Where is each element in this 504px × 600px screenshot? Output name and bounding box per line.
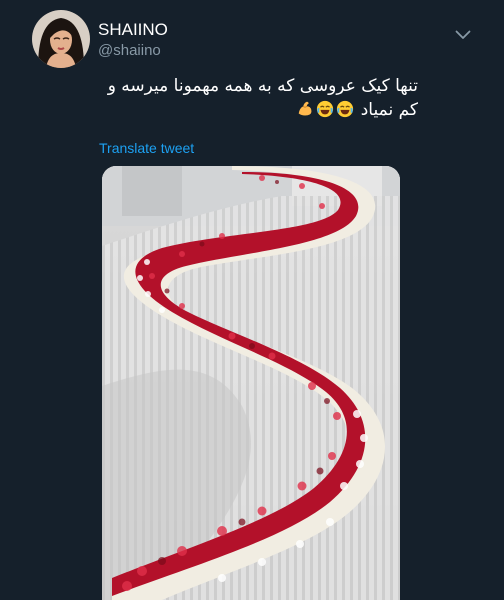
flexed-biceps-emoji-icon xyxy=(299,101,312,116)
laughing-face-emoji-icon xyxy=(317,100,334,118)
tweet-emojis xyxy=(295,100,355,120)
avatar-illustration xyxy=(32,10,90,68)
avatar[interactable] xyxy=(32,10,90,68)
tweet-text: تنها کیک عروسی که به همه مهمونا میرسه و … xyxy=(100,74,418,122)
wedding-cake-photo xyxy=(102,166,400,600)
author-handle[interactable]: @shaiino xyxy=(98,42,161,59)
tweet-text-body: تنها کیک عروسی که به همه مهمونا میرسه و … xyxy=(107,76,418,120)
more-options-button[interactable] xyxy=(452,24,474,46)
translate-tweet-link[interactable]: Translate tweet xyxy=(99,140,194,156)
laughing-face-emoji-icon xyxy=(337,100,354,118)
chevron-down-icon xyxy=(455,30,471,39)
tweet-card: SHAIINO @shaiino تنها کیک عروسی که به هم… xyxy=(0,0,504,600)
author-name[interactable]: SHAIINO xyxy=(98,20,168,40)
tweet-media-image[interactable] xyxy=(102,166,400,600)
